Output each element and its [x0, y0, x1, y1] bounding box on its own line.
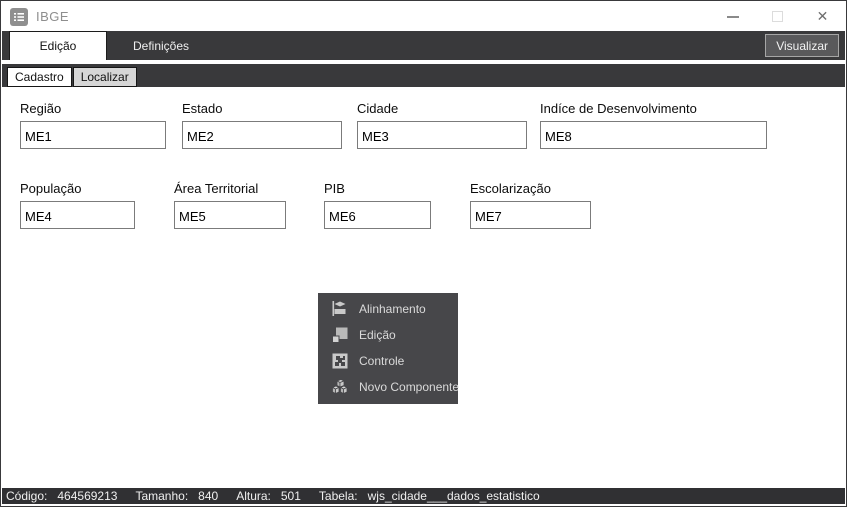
- subtab-bar: Cadastro Localizar: [2, 64, 845, 87]
- status-codigo-value: 464569213: [57, 489, 117, 503]
- app-icon: [10, 8, 28, 26]
- menu-item-label: Novo Componente: [359, 380, 459, 394]
- new-component-icon: [331, 378, 349, 396]
- field-estado-input[interactable]: [182, 121, 342, 149]
- list-icon: [13, 11, 25, 23]
- field-area-input[interactable]: [174, 201, 286, 229]
- menu-item-label: Edição: [359, 328, 396, 342]
- menu-item-controle[interactable]: Controle: [318, 348, 458, 374]
- menu-item-alinhamento[interactable]: Alinhamento: [318, 296, 458, 322]
- field-regiao-label: Região: [20, 101, 61, 115]
- field-escolarizacao-label: Escolarização: [470, 181, 551, 195]
- tab-definicoes-label: Definições: [133, 39, 189, 53]
- field-area-label: Área Territorial: [174, 181, 258, 195]
- menu-item-edicao[interactable]: Edição: [318, 322, 458, 348]
- form-canvas: Região Estado Cidade Indíce de Desenvolv…: [2, 87, 845, 488]
- close-icon: ✕: [817, 8, 829, 25]
- field-cidade-label: Cidade: [357, 101, 398, 115]
- subtab-localizar-label: Localizar: [81, 70, 129, 84]
- field-estado-label: Estado: [182, 101, 222, 115]
- field-indice-label: Indíce de Desenvolvimento: [540, 101, 697, 115]
- close-button[interactable]: ✕: [800, 2, 845, 31]
- status-tabela-value: wjs_cidade___dados_estatistico: [368, 489, 540, 503]
- app-window: IBGE ✕ Edição Definições Visualizar Cada…: [0, 0, 847, 507]
- minimize-button[interactable]: [710, 2, 755, 31]
- control-icon: [331, 352, 349, 370]
- toolbox-menu: Alinhamento Edição Contr: [318, 293, 458, 404]
- minimize-icon: [727, 16, 739, 18]
- status-tabela-label: Tabela:: [319, 489, 358, 503]
- status-tamanho-value: 840: [198, 489, 218, 503]
- visualizar-button[interactable]: Visualizar: [765, 34, 839, 57]
- field-indice-desenvolvimento: Indíce de Desenvolvimento: [540, 101, 697, 115]
- field-regiao: Região: [20, 101, 61, 115]
- menu-item-label: Controle: [359, 354, 404, 368]
- menu-item-novo-componente[interactable]: Novo Componente: [318, 374, 458, 400]
- field-cidade-input[interactable]: [357, 121, 527, 149]
- edit-icon: [331, 326, 349, 344]
- field-indice-input[interactable]: [540, 121, 767, 149]
- field-area-territorial: Área Territorial: [174, 181, 258, 195]
- field-populacao-input[interactable]: [20, 201, 135, 229]
- status-tamanho-label: Tamanho:: [135, 489, 188, 503]
- maximize-button[interactable]: [755, 2, 800, 31]
- field-pib: PIB: [324, 181, 345, 195]
- window-title: IBGE: [36, 9, 69, 24]
- field-escolarizacao-input[interactable]: [470, 201, 591, 229]
- title-bar: IBGE ✕: [2, 2, 845, 31]
- ribbon-tab-bar: Edição Definições Visualizar: [2, 31, 845, 60]
- tab-definicoes[interactable]: Definições: [107, 31, 215, 60]
- status-altura-value: 501: [281, 489, 301, 503]
- status-altura-label: Altura:: [236, 489, 271, 503]
- status-bar: Código: 464569213 Tamanho: 840 Altura: 5…: [2, 488, 845, 504]
- subtab-cadastro-label: Cadastro: [15, 70, 64, 84]
- subtab-localizar[interactable]: Localizar: [73, 67, 137, 87]
- field-populacao: População: [20, 181, 81, 195]
- field-regiao-input[interactable]: [20, 121, 166, 149]
- field-escolarizacao: Escolarização: [470, 181, 551, 195]
- tab-edicao[interactable]: Edição: [9, 31, 107, 60]
- status-codigo-label: Código:: [6, 489, 47, 503]
- field-estado: Estado: [182, 101, 222, 115]
- field-pib-input[interactable]: [324, 201, 431, 229]
- subtab-cadastro[interactable]: Cadastro: [7, 67, 72, 87]
- tab-edicao-label: Edição: [40, 39, 77, 53]
- field-pib-label: PIB: [324, 181, 345, 195]
- window-controls: ✕: [710, 2, 845, 31]
- visualizar-button-label: Visualizar: [776, 39, 828, 53]
- maximize-icon: [772, 11, 783, 22]
- alignment-icon: [331, 300, 349, 318]
- menu-item-label: Alinhamento: [359, 302, 426, 316]
- field-populacao-label: População: [20, 181, 81, 195]
- field-cidade: Cidade: [357, 101, 398, 115]
